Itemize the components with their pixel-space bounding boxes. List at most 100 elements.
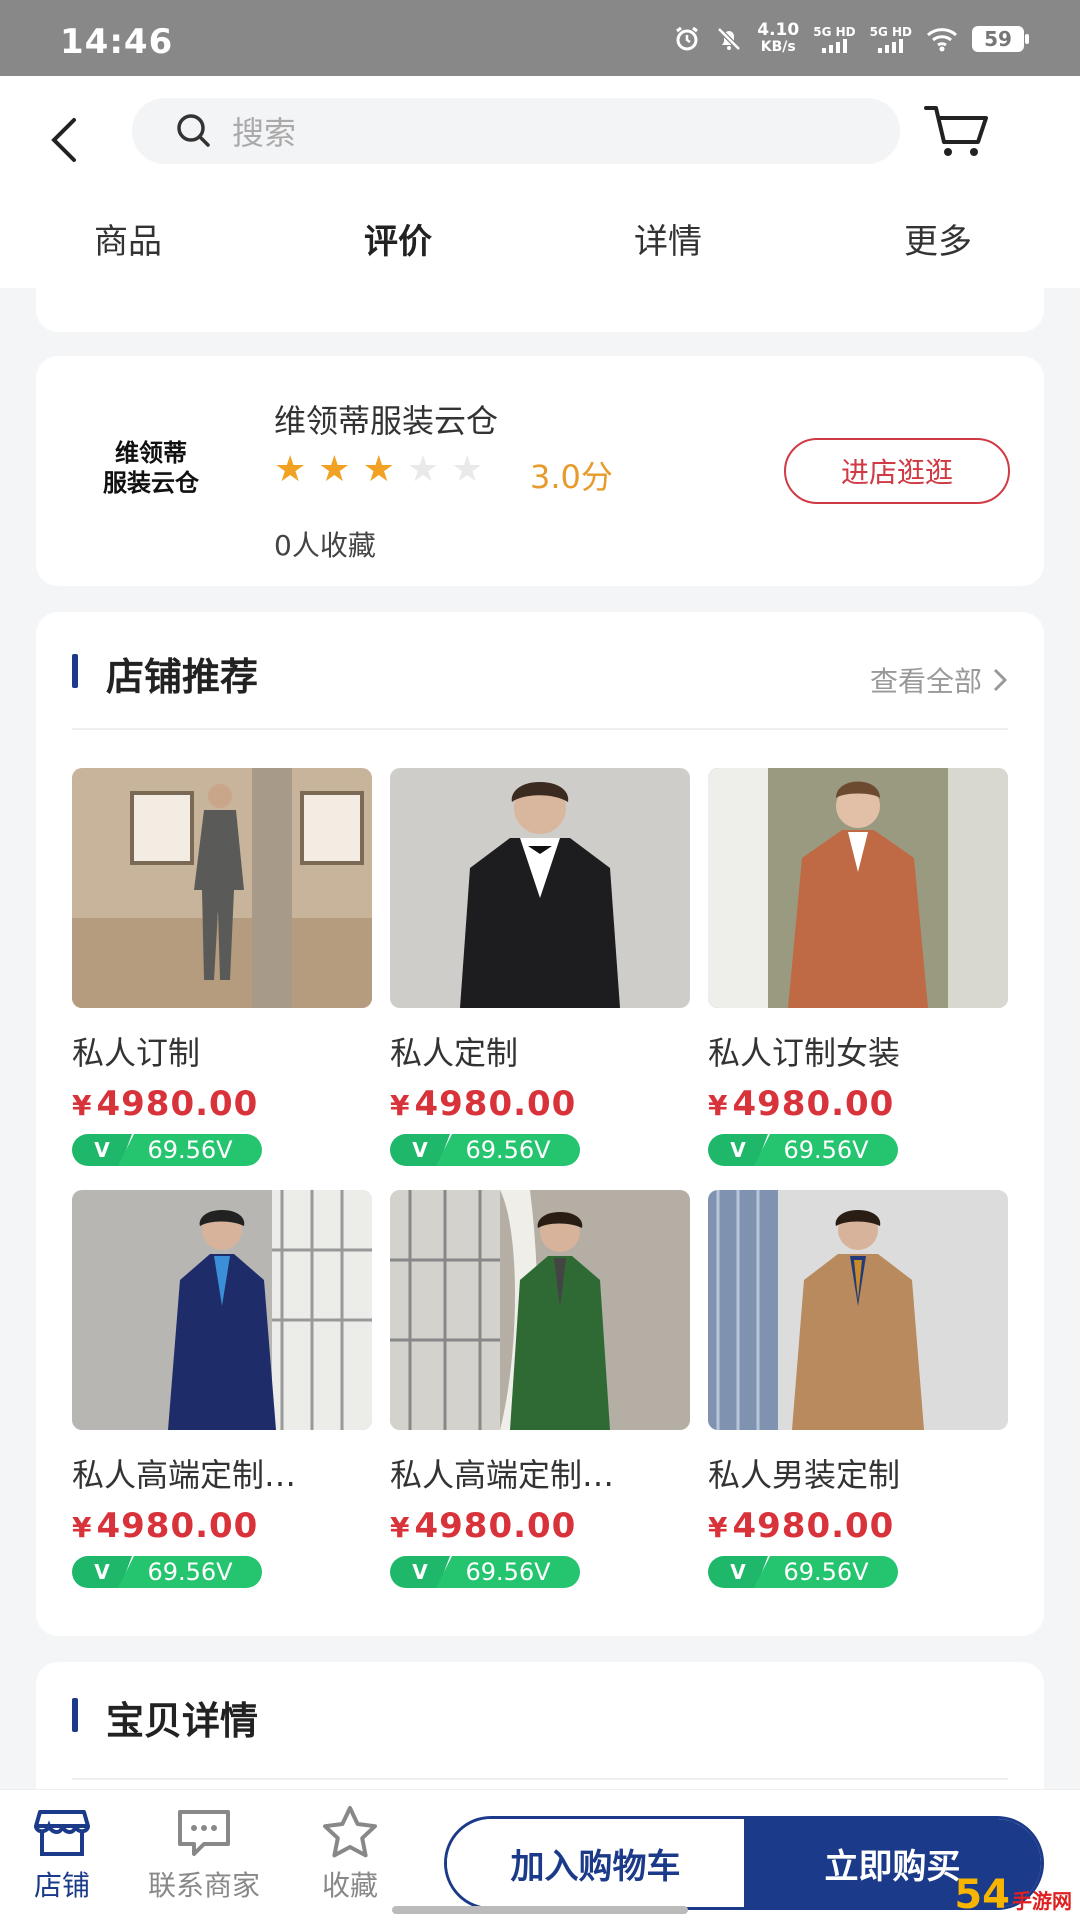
sim1-signal: 5G HD <box>813 24 856 53</box>
product-card[interactable]: 私人高端定制… ¥4980.00 V 69.56V <box>72 1190 372 1600</box>
product-price: ¥4980.00 <box>708 1084 1008 1124</box>
wifi-icon <box>927 28 957 52</box>
price-value: 4980.00 <box>414 1084 577 1124</box>
section-divider <box>72 728 1008 730</box>
product-name: 私人男装定制 <box>708 1456 901 1494</box>
currency-symbol: ¥ <box>390 1089 411 1122</box>
vip-badge: V 69.56V <box>72 1134 262 1166</box>
tab-reviews[interactable]: 评价 <box>364 214 432 263</box>
product-price: ¥4980.00 <box>390 1084 690 1124</box>
product-price: ¥4980.00 <box>390 1506 690 1546</box>
vip-badge: V 69.56V <box>72 1556 262 1588</box>
recommend-title: 店铺推荐 <box>106 655 259 699</box>
star-icon: ★ <box>318 449 351 490</box>
product-price: ¥4980.00 <box>72 1084 372 1124</box>
currency-symbol: ¥ <box>708 1089 729 1122</box>
cart-icon[interactable] <box>922 100 992 160</box>
product-image[interactable] <box>708 1190 1008 1430</box>
store-name: 维领蒂服装云仓 <box>274 402 499 440</box>
product-card[interactable]: 私人订制女装 ¥4980.00 V 69.56V <box>708 768 1008 1178</box>
back-arrow-icon[interactable] <box>40 104 90 174</box>
net-speed-value: 4.10 <box>757 20 800 40</box>
nav-favorite[interactable]: 收藏 <box>320 1804 380 1904</box>
vip-value: 69.56V <box>436 1134 580 1166</box>
status-time: 14:46 <box>60 22 174 62</box>
previous-section-card <box>36 270 1044 332</box>
section-accent-bar <box>72 654 78 688</box>
product-price: ¥4980.00 <box>708 1506 1008 1546</box>
tab-products[interactable]: 商品 <box>94 214 162 263</box>
star-outline-icon <box>323 1806 377 1858</box>
vip-value: 69.56V <box>754 1556 898 1588</box>
price-value: 4980.00 <box>96 1084 259 1124</box>
currency-symbol: ¥ <box>708 1511 729 1544</box>
store-logo-line1: 维领蒂 <box>115 439 187 467</box>
product-price: ¥4980.00 <box>72 1506 372 1546</box>
store-score: 3.0分 <box>530 458 613 496</box>
battery-indicator: 59 <box>972 26 1029 52</box>
net-speed-unit: KB/s <box>760 39 796 55</box>
product-name: 私人订制 <box>72 1034 201 1072</box>
star-empty-icon: ★ <box>451 449 484 490</box>
nav-favorite-label: 收藏 <box>321 1869 378 1902</box>
product-image[interactable] <box>390 1190 690 1430</box>
star-icon: ★ <box>362 449 395 490</box>
store-recommend-card: 店铺推荐 查看全部 私人订制 ¥4980.00 V 69.56V 私人定制 ¥49… <box>36 612 1044 1636</box>
tab-more[interactable]: 更多 <box>904 214 972 263</box>
product-name: 私人高端定制… <box>72 1456 297 1494</box>
price-value: 4980.00 <box>732 1084 895 1124</box>
vip-value: 69.56V <box>436 1556 580 1588</box>
sim1-label: 5G HD <box>813 24 856 39</box>
currency-symbol: ¥ <box>72 1089 93 1122</box>
watermark-logo: 54 手游网 <box>954 1872 1072 1918</box>
tab-details[interactable]: 详情 <box>634 214 702 263</box>
product-image[interactable] <box>390 768 690 1008</box>
search-icon <box>177 114 210 147</box>
add-to-cart-button[interactable]: 加入购物车 <box>447 1819 744 1907</box>
product-card[interactable]: 私人高端定制… ¥4980.00 V 69.56V <box>390 1190 690 1600</box>
product-image[interactable] <box>72 768 372 1008</box>
watermark-number: 54 <box>954 1872 1010 1918</box>
view-all-link[interactable]: 查看全部 <box>870 660 1010 700</box>
star-empty-icon: ★ <box>406 449 440 490</box>
vip-value: 69.56V <box>118 1556 262 1588</box>
sim2-signal: 5G HD <box>870 25 912 53</box>
product-name: 私人定制 <box>390 1034 519 1072</box>
watermark-text: 手游网 <box>1012 1889 1072 1913</box>
product-card[interactable]: 私人订制 ¥4980.00 V 69.56V <box>72 768 372 1178</box>
search-placeholder: 搜索 <box>232 114 297 152</box>
vip-value: 69.56V <box>754 1134 898 1166</box>
product-card[interactable]: 私人男装定制 ¥4980.00 V 69.56V <box>708 1190 1008 1600</box>
shop-icon <box>34 1810 90 1856</box>
status-icons: 4.10 KB/s 5G HD 5G HD 59 <box>673 22 1029 56</box>
home-indicator[interactable] <box>392 1906 688 1914</box>
nav-shop[interactable]: 店铺 <box>32 1804 92 1904</box>
product-name: 私人高端定制… <box>390 1456 615 1494</box>
vip-badge: V 69.56V <box>390 1556 580 1588</box>
alarm-icon <box>676 26 699 51</box>
section-accent-bar <box>72 1698 78 1732</box>
currency-symbol: ¥ <box>72 1511 93 1544</box>
vip-value: 69.56V <box>118 1134 262 1166</box>
nav-shop-label: 店铺 <box>33 1869 90 1902</box>
section-divider <box>72 1778 1008 1780</box>
search-input[interactable]: 搜索 <box>132 98 900 164</box>
chevron-right-icon <box>993 668 1008 692</box>
store-rating-stars: ★ ★ ★ ★ ★ <box>274 452 483 488</box>
store-logo-line2: 服装云仓 <box>103 469 199 497</box>
product-image[interactable] <box>72 1190 372 1430</box>
nav-contact-label: 联系商家 <box>148 1869 261 1902</box>
view-all-label: 查看全部 <box>869 665 982 698</box>
currency-symbol: ¥ <box>390 1511 411 1544</box>
network-speed: 4.10 KB/s <box>757 22 799 56</box>
visit-store-button[interactable]: 进店逛逛 <box>784 438 1010 504</box>
price-value: 4980.00 <box>732 1506 895 1546</box>
nav-contact-merchant[interactable]: 联系商家 <box>148 1804 260 1904</box>
product-card[interactable]: 私人定制 ¥4980.00 V 69.56V <box>390 768 690 1178</box>
details-title: 宝贝详情 <box>106 1699 259 1743</box>
vip-badge: V 69.56V <box>390 1134 580 1166</box>
status-bar: 14:46 4.10 KB/s 5G HD 5G HD 59 <box>0 0 1080 76</box>
product-image[interactable] <box>708 768 1008 1008</box>
store-favorites-count: 0人收藏 <box>274 529 376 562</box>
store-logo[interactable]: 维领蒂 服装云仓 <box>86 438 216 498</box>
